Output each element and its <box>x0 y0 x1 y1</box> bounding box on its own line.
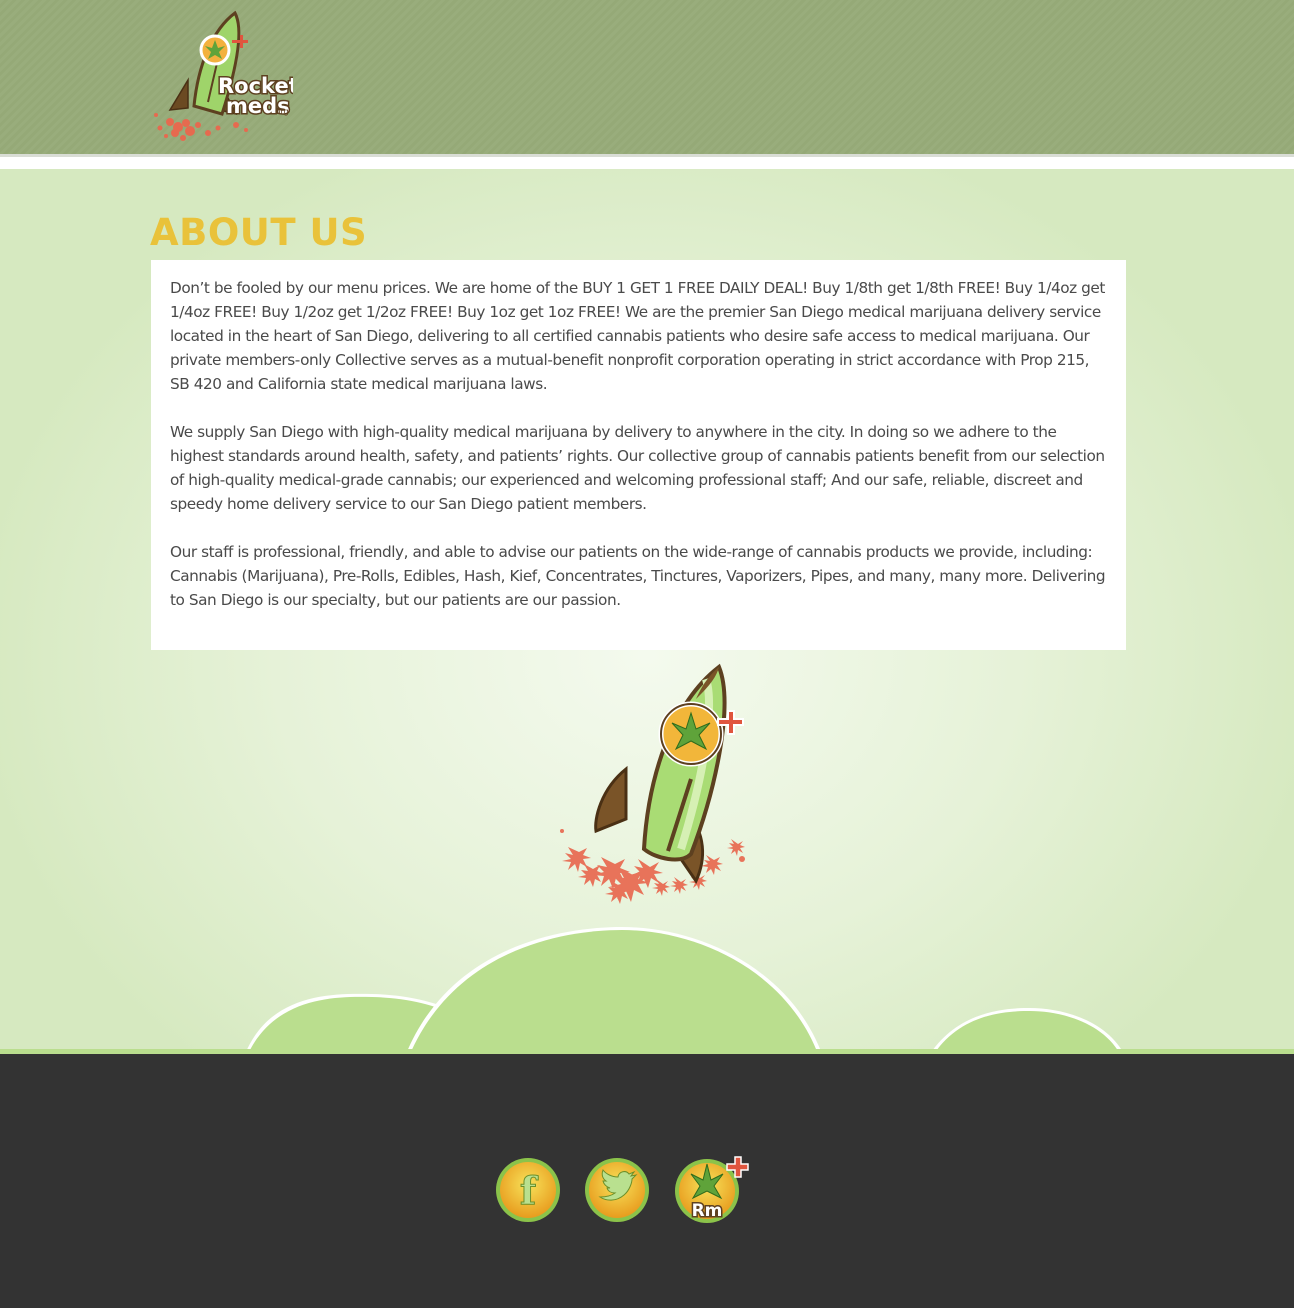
logo-text-suffix: .org <box>273 107 289 116</box>
main-content: ABOUT US Don’t be fooled by our menu pri… <box>0 169 1294 1054</box>
site-footer: f Rm <box>0 1054 1294 1308</box>
twitter-icon <box>585 1158 649 1222</box>
rocket-logo-icon: Rocket meds .org <box>154 10 300 141</box>
about-paragraph-3: Our staff is professional, friendly, and… <box>170 543 1106 609</box>
rocketmeds-icon: Rm <box>675 1156 749 1223</box>
rocketmeds-link[interactable]: Rm <box>673 1154 749 1224</box>
about-content-box: Don’t be fooled by our menu prices. We a… <box>151 260 1126 650</box>
site-header: Rocket meds .org <box>0 0 1294 154</box>
facebook-glyph: f <box>520 1168 539 1213</box>
page-title: ABOUT US <box>150 211 368 254</box>
twitter-link[interactable] <box>584 1157 650 1223</box>
site-logo-link[interactable]: Rocket meds .org <box>148 10 300 145</box>
rocketmeds-glyph: Rm <box>692 1201 723 1221</box>
facebook-link[interactable]: f <box>495 1157 561 1223</box>
hills-decoration <box>0 927 1294 1054</box>
about-paragraph-2: We supply San Diego with high-quality me… <box>170 423 1105 513</box>
facebook-icon: f <box>496 1158 560 1222</box>
about-paragraph-1: Don’t be fooled by our menu prices. We a… <box>170 279 1105 393</box>
header-spacer <box>0 157 1294 169</box>
